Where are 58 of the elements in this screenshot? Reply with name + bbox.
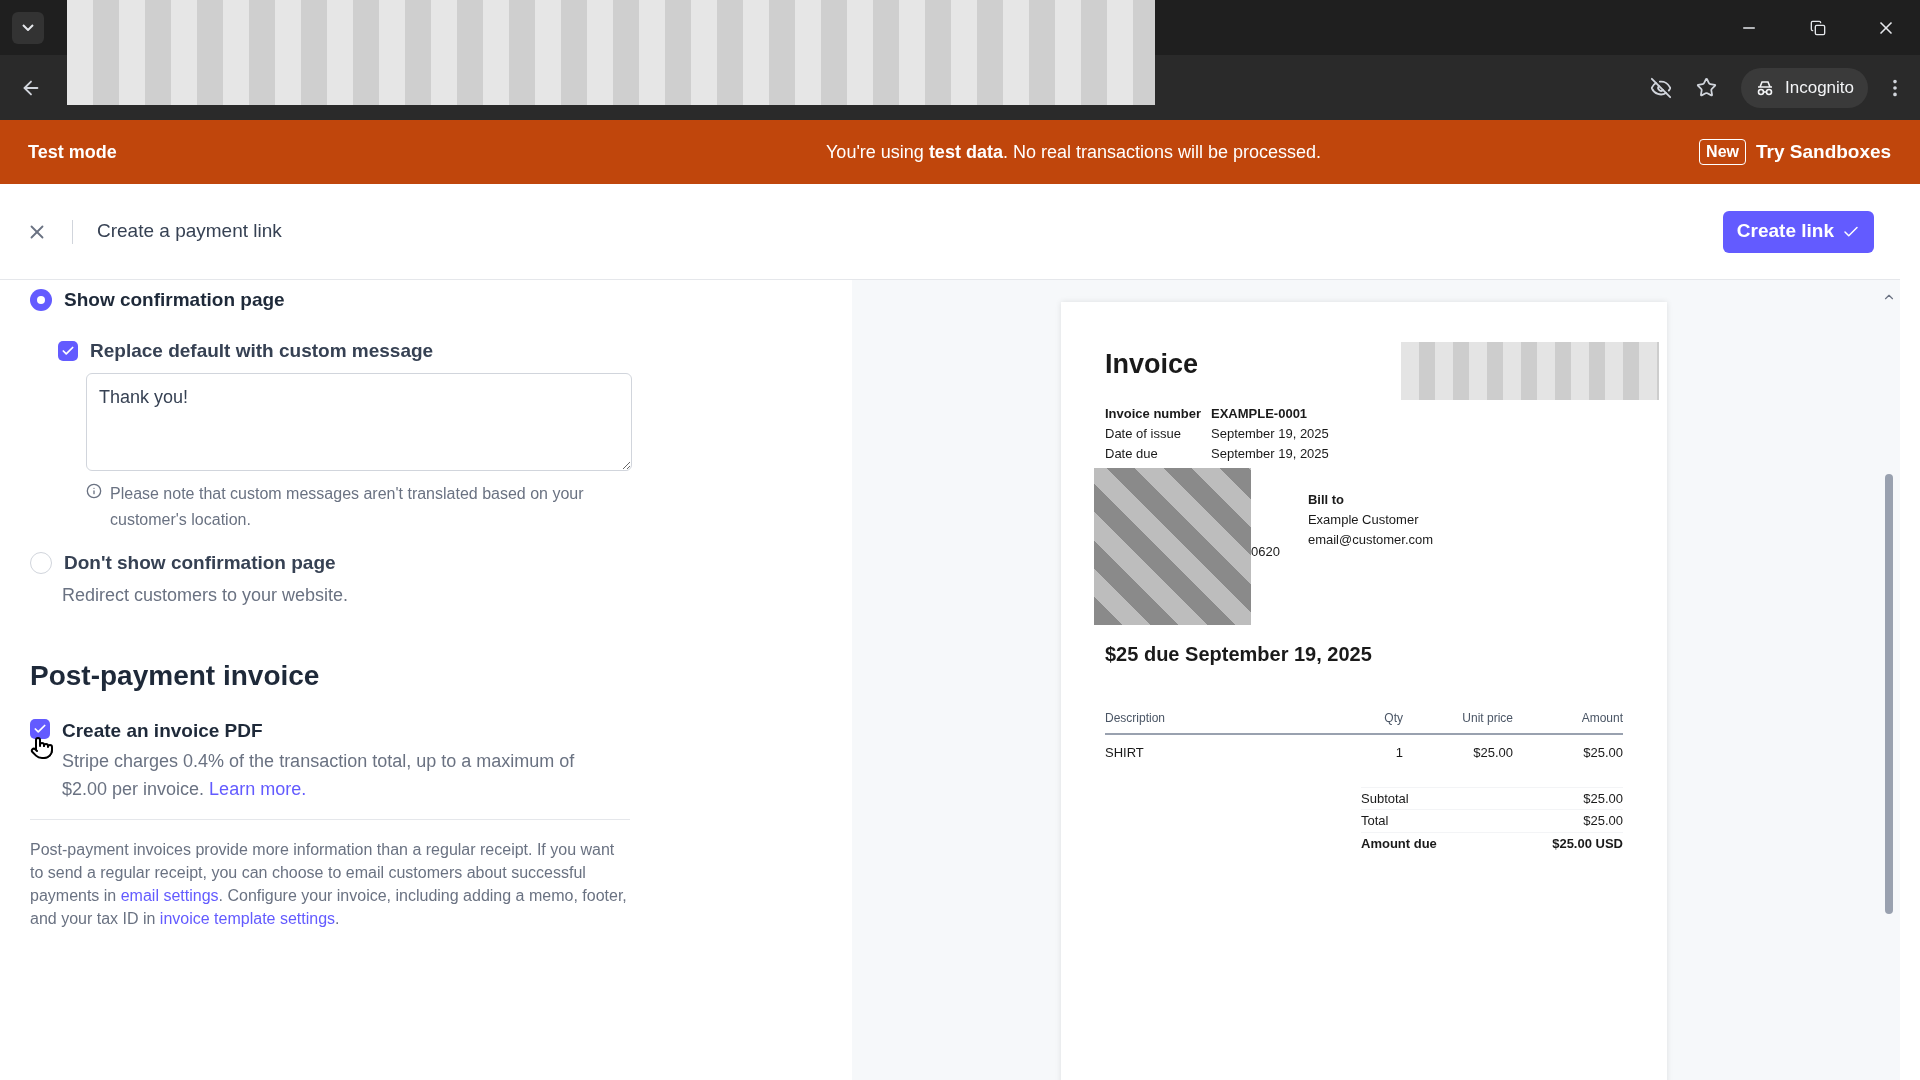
total-value: $25.00 — [1583, 789, 1623, 808]
table-cell-text: $25.00 — [1472, 744, 1513, 762]
section-heading: Post-payment invoice — [30, 658, 320, 693]
table-cell-text: SHIRT — [1105, 744, 1145, 762]
radio-label: Show confirmation page — [64, 288, 285, 312]
amount-due-heading: $25 due September 19, 2025 — [1105, 642, 1373, 667]
bill-to-heading: Bill to — [1307, 491, 1346, 509]
info-icon — [86, 483, 102, 499]
hand-cursor-icon — [30, 736, 54, 760]
table-cell-text: $25.00 — [1582, 744, 1623, 762]
settings-link[interactable]: email settings — [116, 887, 219, 904]
footnote-text: Post-payment invoices provide more information than a regular receipt. If you want to send a regular receipt, you can choose to email customers about successful payments in email settings. Configure your invoice, including adding a memo, footer, and your tax ID in invoice template settings. — [30, 840, 628, 929]
column-header: Description — [1105, 710, 1167, 727]
banner-message: You're using test data. No real transactions will be processed. — [825, 140, 1323, 164]
checkbox-label: Replace default with custom message — [90, 338, 434, 363]
option-description: Redirect customers to your website. — [62, 583, 350, 607]
tab-list-button[interactable] — [12, 11, 44, 44]
meta-label: Date of issue — [1105, 425, 1182, 443]
restore-icon[interactable] — [1810, 19, 1826, 36]
total-value: $25.00 USD — [1552, 834, 1623, 853]
scrollbar-thumb[interactable] — [1885, 474, 1893, 914]
meta-value: EXAMPLE-0001 — [1211, 405, 1309, 423]
eye-off-icon[interactable] — [1650, 76, 1672, 99]
sandboxes-link[interactable]: Try Sandboxes — [1756, 137, 1892, 167]
checkbox-label: Create an invoice PDF — [62, 718, 264, 743]
option-description: Stripe charges 0.4% of the transaction total, up to a maximum of $2.00 per invoice. Learn more. — [62, 750, 576, 801]
table-cell-text: 1 — [1394, 744, 1403, 762]
radio-button[interactable] — [30, 289, 52, 312]
banner-label: Test mode — [28, 140, 118, 164]
checkbox[interactable] — [30, 718, 50, 739]
meta-label: Date due — [1105, 445, 1159, 463]
checkbox[interactable] — [58, 340, 78, 361]
total-value: $25.00 — [1583, 812, 1623, 830]
message-field[interactable]: Thank you! — [86, 373, 632, 471]
column-header: Unit price — [1461, 710, 1513, 727]
bookmark-star-icon[interactable] — [1696, 77, 1717, 98]
learn-more-link[interactable]: Learn more. — [209, 779, 307, 799]
column-header: Qty — [1383, 710, 1403, 727]
incognito-badge[interactable]: Incognito — [1741, 67, 1868, 108]
meta-label: Invoice number — [1105, 405, 1203, 423]
incognito-icon — [1755, 79, 1775, 96]
column-header: Amount — [1580, 710, 1623, 727]
total-label: Subtotal — [1361, 789, 1409, 808]
radio-label: Don't show confirmation page — [64, 551, 336, 575]
page-title: Create a payment link — [97, 219, 283, 244]
bill-to-line: Example Customer — [1307, 511, 1420, 529]
new-badge: New — [1699, 139, 1746, 165]
create-link-button[interactable]: Create link — [1722, 210, 1874, 253]
meta-value: September 19, 2025 — [1211, 445, 1329, 463]
partial-text: 0620 — [1251, 542, 1280, 561]
invoice-title: Invoice — [1105, 348, 1199, 381]
chevron-down-icon — [22, 24, 34, 31]
meta-value: September 19, 2025 — [1211, 425, 1329, 443]
total-label: Total — [1361, 812, 1389, 830]
radio-button[interactable] — [30, 552, 52, 575]
bill-to-line: email@customer.com — [1307, 531, 1434, 549]
total-label: Amount due — [1361, 834, 1437, 853]
note-text: Please note that custom messages aren't translated based on your customer's location. — [110, 484, 585, 530]
